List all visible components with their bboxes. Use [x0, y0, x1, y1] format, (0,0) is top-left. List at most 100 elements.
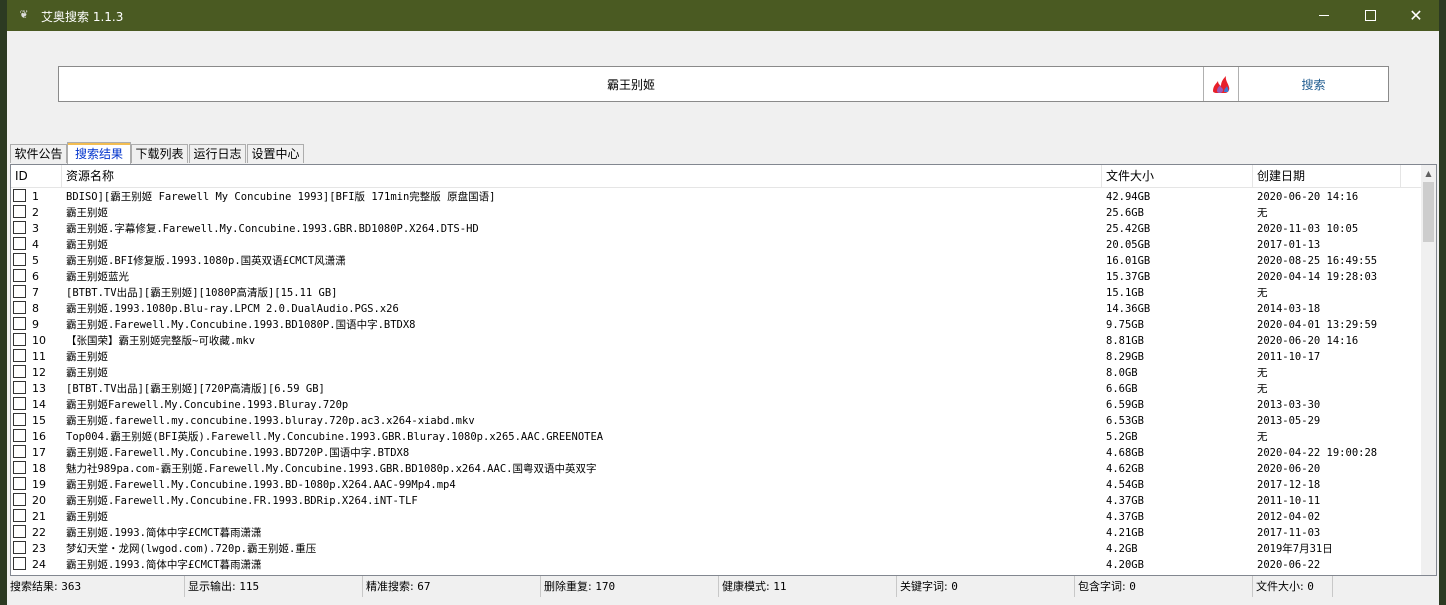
column-header-name[interactable]: 资源名称: [62, 165, 1102, 187]
row-checkbox[interactable]: [13, 269, 26, 282]
row-checkbox[interactable]: [13, 477, 26, 490]
search-button[interactable]: 搜索: [1239, 67, 1388, 101]
tab-search-results[interactable]: 搜索结果: [67, 142, 131, 164]
close-button[interactable]: ✕: [1393, 0, 1439, 31]
row-checkbox[interactable]: [13, 237, 26, 250]
row-checkbox[interactable]: [13, 509, 26, 522]
table-row[interactable]: 1 BDISO][霸王别姬 Farewell My Concubine 1993]…: [11, 189, 1421, 205]
row-id-cell[interactable]: 1: [13, 189, 61, 205]
row-id-cell[interactable]: 3: [13, 221, 61, 237]
row-id-cell[interactable]: 22: [13, 525, 61, 541]
row-id-cell[interactable]: 11: [13, 349, 61, 365]
table-row[interactable]: 5 霸王别姬.BFI修复版.1993.1080p.国英双语£CMCT风潇潇 16.0…: [11, 253, 1421, 269]
row-checkbox[interactable]: [13, 429, 26, 442]
table-row[interactable]: 23 梦幻天堂・龙网(lwgod.com).720p.霸王别姬.重压 4.2GB 20…: [11, 541, 1421, 557]
row-checkbox[interactable]: [13, 541, 26, 554]
tab-bar: 软件公告 搜索结果 下载列表 运行日志 设置中心: [10, 142, 610, 164]
row-id-cell[interactable]: 2: [13, 205, 61, 221]
row-id-cell[interactable]: 5: [13, 253, 61, 269]
row-size: 4.21GB: [1106, 527, 1144, 539]
tab-announcements[interactable]: 软件公告: [10, 144, 67, 163]
column-header-date[interactable]: 创建日期: [1253, 165, 1401, 187]
row-id-cell[interactable]: 17: [13, 445, 61, 461]
minimize-button[interactable]: [1301, 0, 1347, 31]
table-row[interactable]: 2 霸王别姬 25.6GB 无: [11, 205, 1421, 221]
vertical-scrollbar[interactable]: ▲: [1421, 165, 1436, 575]
table-row[interactable]: 17 霸王别姬.Farewell.My.Concubine.1993.BD720P…: [11, 445, 1421, 461]
table-row[interactable]: 14 霸王别姬Farewell.My.Concubine.1993.Bluray.…: [11, 397, 1421, 413]
tab-settings[interactable]: 设置中心: [247, 144, 304, 163]
table-row[interactable]: 19 霸王别姬.Farewell.My.Concubine.1993.BD-108…: [11, 477, 1421, 493]
row-checkbox[interactable]: [13, 349, 26, 362]
row-checkbox[interactable]: [13, 413, 26, 426]
row-checkbox[interactable]: [13, 493, 26, 506]
title-bar[interactable]: ❦ 艾奥搜索 1.1.3 ✕: [7, 0, 1439, 31]
row-checkbox[interactable]: [13, 285, 26, 298]
table-row[interactable]: 9 霸王别姬.Farewell.My.Concubine.1993.BD1080P…: [11, 317, 1421, 333]
row-checkbox[interactable]: [13, 397, 26, 410]
table-row[interactable]: 3 霸王别姬.字幕修复.Farewell.My.Concubine.1993.GB…: [11, 221, 1421, 237]
flame-brand-icon[interactable]: [1204, 67, 1239, 101]
row-id-cell[interactable]: 16: [13, 429, 61, 445]
row-id-cell[interactable]: 7: [13, 285, 61, 301]
table-row[interactable]: 22 霸王别姬.1993.简体中字£CMCT暮雨潇潇 4.21GB 2017-11-0…: [11, 525, 1421, 541]
row-checkbox[interactable]: [13, 381, 26, 394]
row-checkbox[interactable]: [13, 365, 26, 378]
row-id-cell[interactable]: 20: [13, 493, 61, 509]
row-id-cell[interactable]: 8: [13, 301, 61, 317]
table-row[interactable]: 4 霸王别姬 20.05GB 2017-01-13: [11, 237, 1421, 253]
search-input[interactable]: [59, 67, 1204, 101]
row-id: 8: [32, 302, 39, 315]
row-date: 2019年7月31日: [1257, 543, 1333, 555]
row-checkbox[interactable]: [13, 253, 26, 266]
scroll-thumb[interactable]: [1423, 182, 1434, 242]
row-id-cell[interactable]: 4: [13, 237, 61, 253]
table-row[interactable]: 18 魅力社989pa.com-霸王别姬.Farewell.My.Concubin…: [11, 461, 1421, 477]
table-row[interactable]: 8 霸王别姬.1993.1080p.Blu-ray.LPCM 2.0.DualAu…: [11, 301, 1421, 317]
maximize-button[interactable]: [1347, 0, 1393, 31]
row-size: 4.37GB: [1106, 511, 1144, 523]
table-row[interactable]: 15 霸王别姬.farewell.my.concubine.1993.bluray…: [11, 413, 1421, 429]
column-header-id[interactable]: ID: [11, 165, 62, 187]
row-id-cell[interactable]: 12: [13, 365, 61, 381]
table-row[interactable]: 21 霸王别姬 4.37GB 2012-04-02: [11, 509, 1421, 525]
row-id-cell[interactable]: 23: [13, 541, 61, 557]
row-id-cell[interactable]: 24: [13, 557, 61, 573]
table-row[interactable]: 11 霸王别姬 8.29GB 2011-10-17: [11, 349, 1421, 365]
table-row[interactable]: 13 [BTBT.TV出品][霸王别姬][720P高清版][6.59 GB] 6.6…: [11, 381, 1421, 397]
row-id-cell[interactable]: 18: [13, 461, 61, 477]
row-checkbox[interactable]: [13, 317, 26, 330]
row-id-cell[interactable]: 15: [13, 413, 61, 429]
row-id-cell[interactable]: 19: [13, 477, 61, 493]
table-row[interactable]: 7 [BTBT.TV出品][霸王别姬][1080P高清版][15.11 GB] 15…: [11, 285, 1421, 301]
row-checkbox[interactable]: [13, 557, 26, 570]
row-checkbox[interactable]: [13, 189, 26, 202]
row-id-cell[interactable]: 9: [13, 317, 61, 333]
row-checkbox[interactable]: [13, 221, 26, 234]
tab-run-log[interactable]: 运行日志: [189, 144, 246, 163]
table-row[interactable]: 16 Top004.霸王别姬(BFI英版).Farewell.My.Concubi…: [11, 429, 1421, 445]
table-row[interactable]: 12 霸王别姬 8.0GB 无: [11, 365, 1421, 381]
row-id-cell[interactable]: 10: [13, 333, 61, 349]
tab-download-list[interactable]: 下载列表: [131, 144, 188, 163]
row-checkbox[interactable]: [13, 333, 26, 346]
row-checkbox[interactable]: [13, 445, 26, 458]
row-checkbox[interactable]: [13, 461, 26, 474]
row-checkbox[interactable]: [13, 205, 26, 218]
row-name: [BTBT.TV出品][霸王别姬][1080P高清版][15.11 GB]: [66, 287, 338, 299]
row-id-cell[interactable]: 14: [13, 397, 61, 413]
status-value: 0: [1129, 580, 1136, 593]
row-size: 4.37GB: [1106, 495, 1144, 507]
table-row[interactable]: 20 霸王别姬.Farewell.My.Concubine.FR.1993.BDR…: [11, 493, 1421, 509]
row-id-cell[interactable]: 6: [13, 269, 61, 285]
column-header-size[interactable]: 文件大小: [1102, 165, 1253, 187]
table-row[interactable]: 10 【张国荣】霸王别姬完整版~可收藏.mkv 8.81GB 2020-06-20 1…: [11, 333, 1421, 349]
table-row[interactable]: 6 霸王别姬蓝光 15.37GB 2020-04-14 19:28:03: [11, 269, 1421, 285]
row-checkbox[interactable]: [13, 525, 26, 538]
row-size: 25.6GB: [1106, 207, 1144, 219]
row-id-cell[interactable]: 21: [13, 509, 61, 525]
row-id-cell[interactable]: 13: [13, 381, 61, 397]
table-row[interactable]: 24 霸王别姬.1993.简体中字£CMCT暮雨潇潇 4.20GB 2020-06-2…: [11, 557, 1421, 573]
row-checkbox[interactable]: [13, 301, 26, 314]
scroll-up-icon[interactable]: ▲: [1421, 165, 1436, 182]
